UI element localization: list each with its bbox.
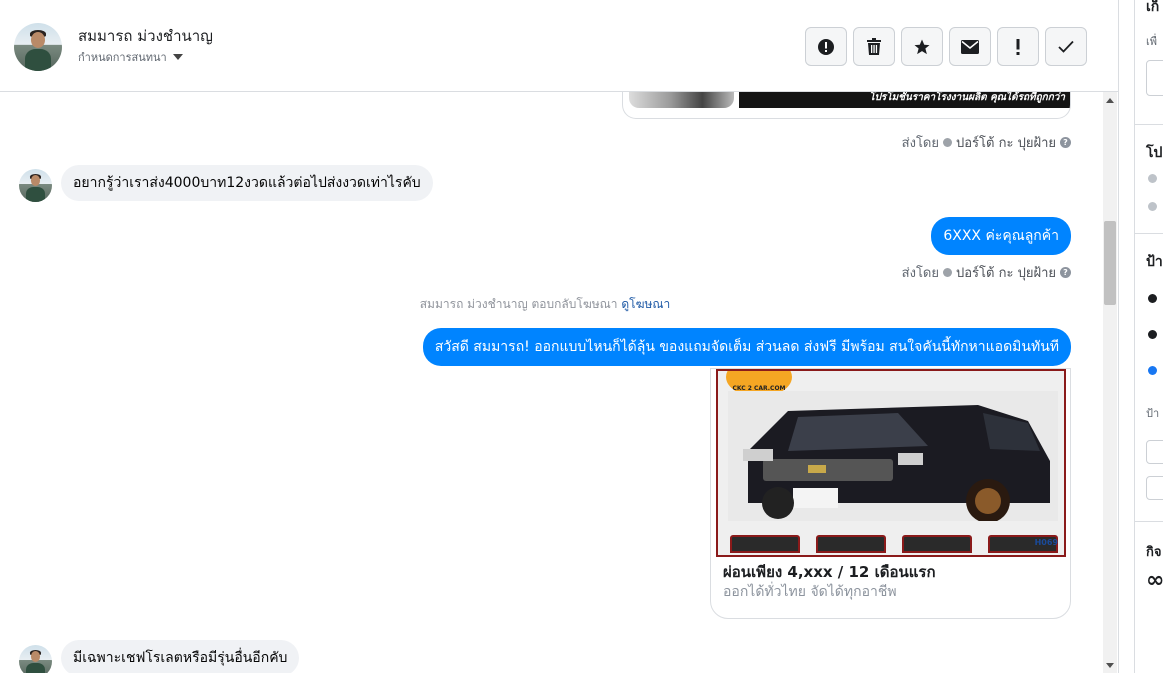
exclamation-icon xyxy=(1016,38,1020,55)
mark-unread-button[interactable] xyxy=(949,27,991,66)
view-ad-link[interactable]: ดูโฆษณา xyxy=(621,297,670,311)
sent-by-prefix: ส่งโดย xyxy=(901,266,939,281)
sent-by-prefix: ส่งโดย xyxy=(901,136,939,151)
panel-subtext: ป้า xyxy=(1146,407,1160,420)
message-thread[interactable]: โปรโมชั่นราคาโรงงานผลิต คุณได้รถที่ถูกกว… xyxy=(0,92,1103,673)
panel-subtext: เพื่ xyxy=(1146,35,1158,48)
schedule-label: กำหนดการสนทนา xyxy=(78,51,167,64)
label-icon[interactable] xyxy=(1148,330,1157,339)
ad-card[interactable]: CKC 2 CAR.COM H069 ผ่อนเพียง 4,xxx / 12 … xyxy=(710,368,1071,619)
promo-banner-text: โปรโมชั่นราคาโรงงานผลิต คุณได้รถที่ถูกกว… xyxy=(739,92,1070,108)
panel-heading: เก็ xyxy=(1146,0,1160,15)
ad-code: H069 xyxy=(1034,538,1058,547)
help-icon[interactable]: ? xyxy=(1060,137,1071,148)
panel-divider-line xyxy=(1135,124,1163,125)
scrollbar-thumb[interactable] xyxy=(1104,221,1116,305)
delete-button[interactable] xyxy=(853,27,895,66)
panel-heading: โป xyxy=(1146,145,1163,161)
star-icon xyxy=(914,39,930,54)
caret-down-icon xyxy=(172,54,183,60)
verified-icon xyxy=(943,138,952,147)
mark-spam-button[interactable] xyxy=(805,27,847,66)
location-pin-icon xyxy=(1148,202,1157,211)
panel-input[interactable] xyxy=(1146,440,1163,464)
clock-icon xyxy=(1148,174,1157,183)
ad-description: ออกได้ทั่วไทย จัดได้ทุกอาชีพ xyxy=(723,584,897,600)
infinity-icon: ∞ xyxy=(1146,568,1163,593)
sender-name[interactable]: ปอร์โต้ กะ ปุยฝ้าย xyxy=(956,262,1056,283)
scroll-up-arrow-icon[interactable] xyxy=(1106,98,1114,103)
label-selected-icon[interactable] xyxy=(1148,366,1157,375)
panel-heading: กิจ xyxy=(1146,545,1162,560)
contact-avatar[interactable] xyxy=(14,23,62,71)
contact-name[interactable]: สมมารถ ม่วงชำนาญ xyxy=(78,24,213,48)
incoming-message[interactable]: อยากรู้ว่าเราส่ง4000บาท12งวดแล้วต่อไปส่ง… xyxy=(61,165,433,201)
alert-circle-icon xyxy=(818,38,834,55)
contact-details-panel: เก็ เพื่ โป ป้า ป้า กิจ ∞ xyxy=(1134,0,1163,673)
contact-avatar[interactable] xyxy=(19,169,52,202)
inbox-conversation: สมมารถ ม่วงชำนาญ กำหนดการสนทนา โปรโมชั่น… xyxy=(0,0,1163,673)
conversation-header: สมมารถ ม่วงชำนาญ กำหนดการสนทนา xyxy=(0,0,1118,92)
incoming-message[interactable]: มีเฉพาะเชฟโรเลตหรือมีรุ่นอื่นอีกคับ xyxy=(61,640,300,673)
panel-input[interactable] xyxy=(1146,476,1163,500)
check-icon xyxy=(1058,40,1074,53)
schedule-dropdown[interactable]: กำหนดการสนทนา xyxy=(78,48,183,66)
thread-scrollbar[interactable] xyxy=(1103,92,1117,673)
panel-heading: ป้า xyxy=(1146,254,1163,270)
scroll-down-arrow-icon[interactable] xyxy=(1106,663,1114,668)
mark-done-button[interactable] xyxy=(1045,27,1087,66)
star-button[interactable] xyxy=(901,27,943,66)
sender-name[interactable]: ปอร์โต้ กะ ปุยฝ้าย xyxy=(956,132,1056,153)
panel-divider xyxy=(1118,0,1134,673)
outgoing-message[interactable]: 6XXX ค่ะคุณลูกค้า xyxy=(931,217,1071,255)
previous-ad-card[interactable]: โปรโมชั่นราคาโรงงานผลิต คุณได้รถที่ถูกกว… xyxy=(622,92,1071,119)
conversation-toolbar xyxy=(805,27,1087,66)
envelope-icon xyxy=(961,39,979,54)
thumbnail-strip xyxy=(718,535,1064,555)
verified-icon xyxy=(943,268,952,277)
panel-input[interactable] xyxy=(1146,60,1163,96)
panel-divider-line xyxy=(1135,521,1163,522)
label-icon[interactable] xyxy=(1148,294,1157,303)
outgoing-message[interactable]: สวัสดี สมมารถ! ออกแบบไหนก็ได้ลุ้น ของแถม… xyxy=(422,328,1071,366)
trash-icon xyxy=(867,37,881,55)
pickup-truck-image xyxy=(728,391,1058,521)
panel-divider-line xyxy=(1135,233,1163,234)
contact-avatar[interactable] xyxy=(19,645,52,673)
sent-by-info: ส่งโดย ปอร์โต้ กะ ปุยฝ้าย ? xyxy=(902,132,1071,153)
car-image xyxy=(629,92,734,108)
ad-image: CKC 2 CAR.COM H069 xyxy=(716,369,1066,557)
ad-reply-note: สมมารถ ม่วงชำนาญ ตอบกลับโฆษณา ดูโฆษณา xyxy=(0,295,1090,314)
follow-up-button[interactable] xyxy=(997,27,1039,66)
ad-reply-text: สมมารถ ม่วงชำนาญ ตอบกลับโฆษณา xyxy=(419,297,618,311)
help-icon[interactable]: ? xyxy=(1060,267,1071,278)
sent-by-info: ส่งโดย ปอร์โต้ กะ ปุยฝ้าย ? xyxy=(902,262,1071,283)
